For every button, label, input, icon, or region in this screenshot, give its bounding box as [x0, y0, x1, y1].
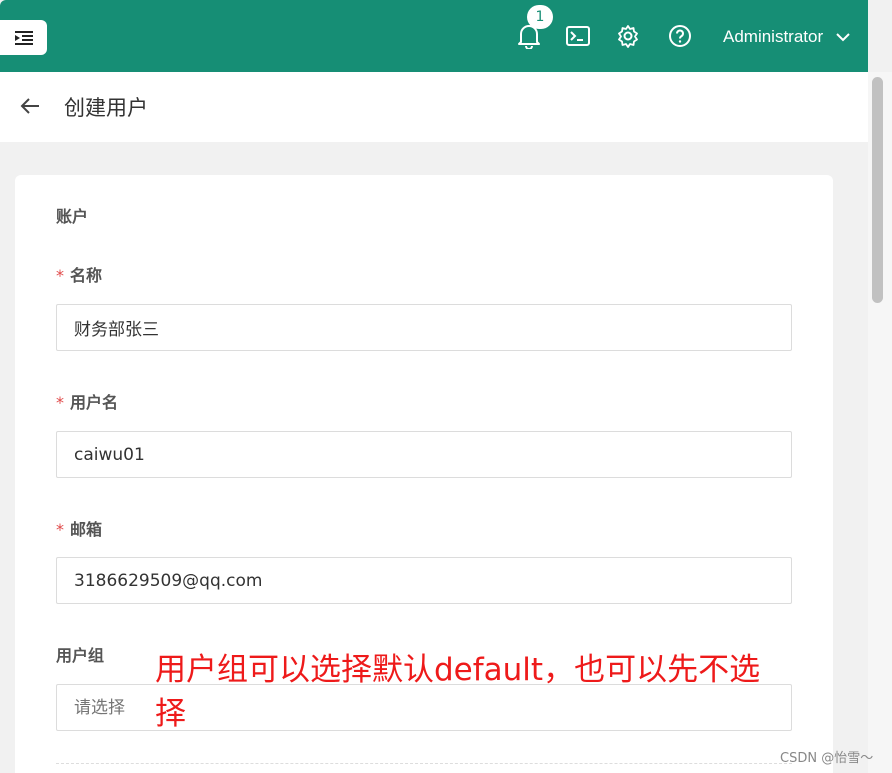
settings-button[interactable]	[614, 22, 642, 50]
menu-toggle-button[interactable]	[0, 20, 47, 55]
terminal-button[interactable]	[564, 22, 592, 50]
top-navigation-bar: 1 Administrator	[0, 0, 868, 72]
chevron-down-icon	[836, 33, 850, 42]
email-input[interactable]	[56, 557, 792, 604]
menu-toggle-icon	[14, 30, 33, 45]
user-name: Administrator	[723, 27, 824, 46]
page-title: 创建用户	[64, 96, 148, 120]
back-arrow-icon	[20, 98, 39, 114]
back-button[interactable]	[16, 92, 44, 120]
section-title: 账户	[56, 207, 89, 226]
username-label: * 用户名	[56, 393, 119, 412]
username-input[interactable]	[56, 431, 792, 478]
user-menu[interactable]: Administrator	[723, 24, 851, 50]
required-mark: *	[56, 520, 64, 539]
watermark: CSDN @怡雪～	[780, 751, 874, 766]
name-input[interactable]	[56, 304, 792, 351]
terminal-icon	[566, 26, 590, 46]
required-mark: *	[56, 266, 64, 285]
help-button[interactable]	[666, 22, 694, 50]
scrollbar-thumb[interactable]	[872, 77, 883, 303]
divider	[56, 763, 792, 764]
help-icon	[669, 25, 691, 47]
email-label: * 邮箱	[56, 520, 103, 539]
name-label: * 名称	[56, 266, 103, 285]
group-label: 用户组	[56, 646, 105, 665]
page-header: 创建用户	[0, 72, 868, 142]
annotation-text: 用户组可以选择默认default，也可以先不选择	[155, 652, 761, 732]
gear-icon	[618, 25, 638, 48]
notification-count-badge: 1	[527, 5, 553, 29]
required-mark: *	[56, 393, 64, 412]
